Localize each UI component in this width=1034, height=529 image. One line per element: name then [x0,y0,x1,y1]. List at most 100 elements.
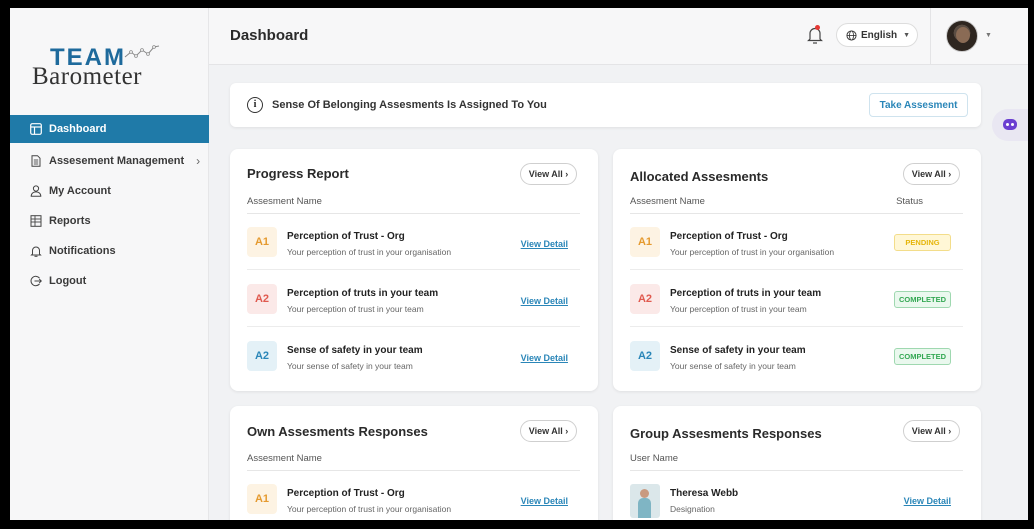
take-assesment-button[interactable]: Take Assesment [869,93,968,117]
sidebar-item-label: My Account [49,185,111,197]
assignment-banner: i Sense Of Belonging Assesments Is Assig… [230,83,981,127]
assesment-badge: A2 [247,341,277,371]
view-all-label: View All [911,426,946,436]
notification-dot [815,25,820,30]
view-detail-link[interactable]: View Detail [521,353,568,363]
list-item: A2 Perception of truts in your team Your… [630,271,963,327]
user-icon [30,185,42,197]
bell-icon [30,245,42,257]
sidebar-item-label: Logout [49,275,87,287]
chevron-right-icon: › [196,154,201,168]
logout-icon [30,275,42,287]
sidebar-item-logout[interactable]: Logout [10,266,209,296]
assesment-badge: A1 [247,227,277,257]
assesment-badge: A1 [630,227,660,257]
list-item: A1 Perception of Trust - Org Your percep… [630,214,963,270]
card-title: Group Assesments Responses [630,426,822,441]
view-detail-link[interactable]: View Detail [521,239,568,249]
sidebar-item-assesement-management[interactable]: Assesement Management › [10,146,209,176]
assesment-title: Perception of Trust - Org [670,231,788,242]
card-title: Progress Report [247,166,349,181]
assesment-title: Perception of Trust - Org [287,488,405,499]
assesment-badge: A2 [247,284,277,314]
assesment-description: Your sense of safety in your team [287,361,413,371]
app-window: TEAM Barometer Dashboard Assesement Mana… [10,8,1028,520]
globe-icon [846,29,857,41]
header-divider [930,8,931,65]
banner-text: Sense Of Belonging Assesments Is Assigne… [272,99,547,111]
view-all-button[interactable]: View All › [520,420,577,442]
status-badge: COMPLETED [894,291,951,308]
chatbot-button[interactable] [992,109,1028,141]
info-icon: i [247,97,263,113]
user-designation: Designation [670,504,715,514]
assesment-description: Your perception of trust in your team [287,304,424,314]
avatar[interactable] [946,20,978,52]
assesment-title: Perception of Trust - Org [287,231,405,242]
sidebar-item-dashboard[interactable]: Dashboard [10,115,209,143]
column-header: Assesment Name [247,453,322,464]
sidebar-nav: Dashboard Assesement Management › My Acc… [10,115,209,296]
notification-bell-button[interactable] [807,25,823,45]
top-header: Dashboard English ▼ ▼ [209,8,1028,65]
list-item: A1 Perception of Trust - Org Your percep… [247,471,580,520]
caret-down-icon[interactable]: ▼ [985,32,992,39]
sidebar-item-my-account[interactable]: My Account [10,176,209,206]
language-select[interactable]: English ▼ [836,23,918,47]
status-column-header: Status [896,196,923,207]
allocated-assesments-card: Allocated Assesments View All › Assesmen… [613,149,981,391]
caret-down-icon: ▼ [903,31,911,39]
user-name: Theresa Webb [670,488,739,499]
column-header: User Name [630,453,679,464]
assesment-description: Your perception of trust in your organis… [287,247,452,257]
user-photo [630,484,660,518]
robot-icon [1003,119,1017,130]
status-badge: COMPLETED [894,348,951,365]
logo-barometer-text: Barometer [32,63,143,90]
view-all-button[interactable]: View All › [903,163,960,185]
document-icon [30,155,42,167]
view-all-button[interactable]: View All › [520,163,577,185]
list-item: A2 Perception of truts in your team Your… [247,271,580,327]
assesment-badge: A2 [630,341,660,371]
progress-report-card: Progress Report View All › Assesment Nam… [230,149,598,391]
sidebar: TEAM Barometer Dashboard Assesement Mana… [10,8,209,520]
page-title: Dashboard [230,27,309,44]
assesment-title: Sense of safety in your team [670,345,806,356]
team-barometer-logo[interactable]: TEAM Barometer [32,40,172,90]
own-assesments-responses-card: Own Assesments Responses View All › Asse… [230,406,598,520]
list-item: A2 Sense of safety in your team Your sen… [630,328,963,384]
list-item: Theresa Webb Designation View Detail [630,471,963,520]
assesment-title: Perception of truts in your team [287,288,439,299]
sidebar-item-label: Assesement Management [49,155,185,167]
card-title: Allocated Assesments [630,169,769,184]
card-title: Own Assesments Responses [247,424,428,439]
column-header: Assesment Name [630,196,705,207]
assesment-badge: A2 [630,284,660,314]
view-detail-link[interactable]: View Detail [521,296,568,306]
trend-line-icon [124,45,160,58]
layout-icon [30,123,42,135]
assesment-title: Sense of safety in your team [287,345,423,356]
sidebar-item-reports[interactable]: Reports [10,206,209,236]
column-header: Assesment Name [247,196,322,207]
reports-icon [30,215,42,227]
view-all-label: View All [528,169,563,179]
group-assesments-responses-card: Group Assesments Responses View All › Us… [613,406,981,520]
view-all-label: View All [911,169,946,179]
assesment-description: Your perception of trust in your organis… [670,247,835,257]
list-item: A1 Perception of Trust - Org Your percep… [247,214,580,270]
assesment-description: Your perception of trust in your team [670,304,807,314]
assesment-badge: A1 [247,484,277,514]
view-detail-link[interactable]: View Detail [904,496,951,506]
sidebar-item-notifications[interactable]: Notifications [10,236,209,266]
status-badge: PENDING [894,234,951,251]
view-detail-link[interactable]: View Detail [521,496,568,506]
sidebar-item-label: Notifications [49,245,116,257]
assesment-description: Your perception of trust in your organis… [287,504,452,514]
assesment-description: Your sense of safety in your team [670,361,796,371]
language-label: English [861,29,898,41]
sidebar-item-label: Reports [49,215,91,227]
sidebar-item-label: Dashboard [49,123,107,135]
view-all-button[interactable]: View All › [903,420,960,442]
